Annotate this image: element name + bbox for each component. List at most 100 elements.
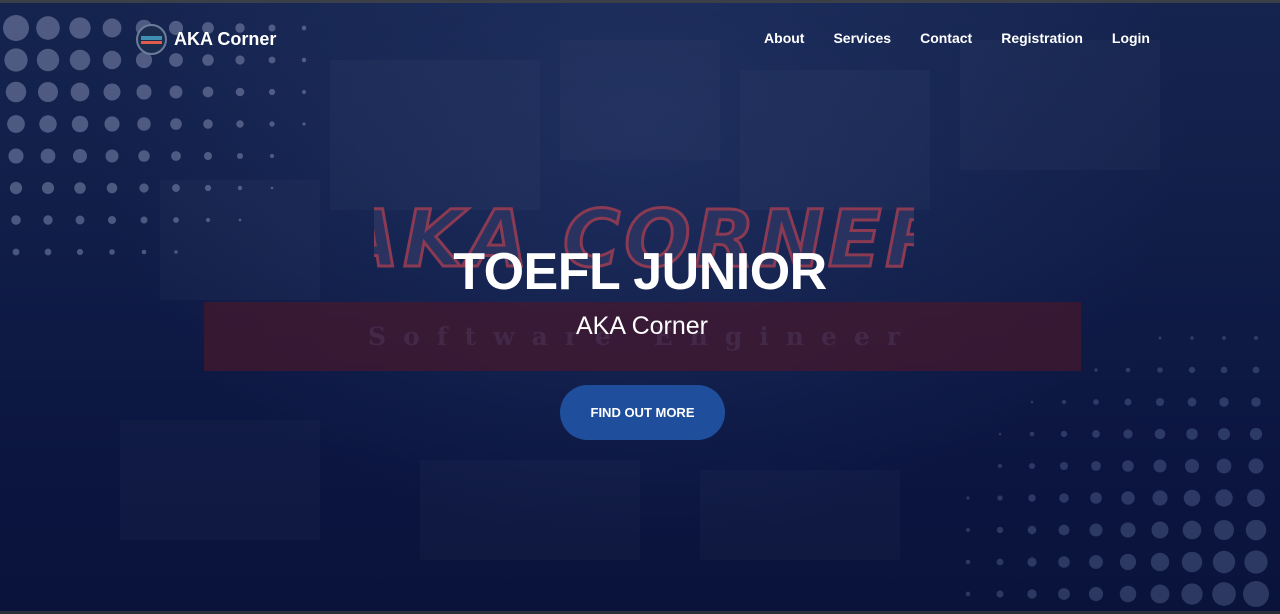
halftone-dot xyxy=(268,56,276,64)
halftone-dot xyxy=(1123,429,1133,439)
halftone-dot xyxy=(102,18,122,38)
halftone-dot xyxy=(1094,368,1098,372)
nav-contact[interactable]: Contact xyxy=(920,30,972,46)
halftone-dot xyxy=(71,115,89,133)
halftone-dot xyxy=(9,181,23,195)
halftone-dot xyxy=(997,463,1003,469)
halftone-dot xyxy=(36,16,60,40)
halftone-dot xyxy=(1150,552,1170,572)
halftone-dot xyxy=(1217,427,1231,441)
halftone-dot xyxy=(996,558,1004,566)
halftone-dot xyxy=(1090,492,1102,504)
halftone-dot xyxy=(37,81,59,103)
brand-link[interactable]: AKA Corner xyxy=(136,22,276,56)
halftone-dot xyxy=(1212,550,1236,574)
halftone-dot xyxy=(70,82,90,102)
halftone-dot xyxy=(1120,522,1136,538)
nav-services[interactable]: Services xyxy=(833,30,891,46)
halftone-dot xyxy=(1091,461,1101,471)
aka-corner-logo-icon xyxy=(136,23,167,55)
halftone-dot xyxy=(1060,430,1068,438)
halftone-dot xyxy=(302,122,306,126)
halftone-dot xyxy=(1212,582,1236,606)
halftone-dot xyxy=(235,87,245,97)
halftone-dot xyxy=(1092,430,1100,438)
halftone-dot xyxy=(204,184,212,192)
halftone-dot xyxy=(36,48,60,72)
halftone-dot xyxy=(171,151,181,161)
halftone-dot xyxy=(1059,493,1069,503)
halftone-dot xyxy=(1027,525,1037,535)
halftone-dot xyxy=(106,182,118,194)
hero-subtitle: AKA Corner xyxy=(575,312,708,340)
halftone-dot xyxy=(105,149,119,163)
halftone-dot xyxy=(1125,367,1131,373)
halftone-dot xyxy=(996,590,1004,598)
halftone-dot xyxy=(1187,397,1197,407)
halftone-dot xyxy=(1249,427,1263,441)
halftone-dot xyxy=(1121,491,1135,505)
hero-title: TOEFL JUNIOR xyxy=(453,243,827,301)
halftone-dot xyxy=(302,90,306,94)
halftone-dot xyxy=(1155,397,1165,407)
find-out-more-button[interactable]: FIND OUT MORE xyxy=(560,385,725,440)
halftone-dot xyxy=(268,88,276,96)
halftone-dot xyxy=(1093,399,1099,405)
nav-about[interactable]: About xyxy=(764,30,804,46)
halftone-dot xyxy=(238,218,242,222)
halftone-dot xyxy=(74,182,86,194)
halftone-dot xyxy=(1186,428,1198,440)
halftone-dot xyxy=(1181,551,1203,573)
halftone-dot xyxy=(237,185,243,191)
halftone-dot xyxy=(203,151,213,161)
halftone-dot xyxy=(169,85,183,99)
halftone-dot xyxy=(1122,460,1134,472)
halftone-dot xyxy=(102,50,122,70)
top-border xyxy=(0,0,1280,3)
halftone-dot xyxy=(140,216,148,224)
halftone-dot xyxy=(205,217,211,223)
halftone-dot xyxy=(1151,521,1169,539)
halftone-dot xyxy=(1188,366,1196,374)
halftone-dot xyxy=(1058,556,1070,568)
halftone-dot xyxy=(1243,581,1269,607)
nav-login[interactable]: Login xyxy=(1112,30,1150,46)
halftone-dot xyxy=(1088,586,1104,602)
halftone-dots-bottom-right xyxy=(965,335,1269,607)
halftone-dot xyxy=(1028,494,1036,502)
halftone-dot xyxy=(1059,461,1069,471)
halftone-dot xyxy=(1220,366,1228,374)
halftone-dot xyxy=(136,84,152,100)
halftone-dot xyxy=(1245,519,1267,541)
halftone-dot xyxy=(104,116,120,132)
halftone-dot xyxy=(1061,399,1067,405)
halftone-dot xyxy=(1247,489,1265,507)
halftone-dot xyxy=(8,148,24,164)
halftone-dot xyxy=(269,121,275,127)
halftone-dot xyxy=(996,526,1004,534)
halftone-dot xyxy=(41,181,55,195)
halftone-dot xyxy=(301,57,307,63)
halftone-dot xyxy=(1216,458,1232,474)
halftone-dot xyxy=(966,496,970,500)
halftone-dot xyxy=(139,183,149,193)
halftone-dot xyxy=(1150,584,1170,604)
halftone-dot xyxy=(966,528,970,532)
halftone-dot xyxy=(72,148,88,164)
halftone-dot xyxy=(137,117,151,131)
halftone-dot xyxy=(75,215,85,225)
halftone-dot xyxy=(69,49,91,71)
halftone-dot xyxy=(1244,550,1268,574)
halftone-dot xyxy=(69,17,91,39)
halftone-dot xyxy=(43,215,53,225)
halftone-dot xyxy=(270,186,274,190)
halftone-dot xyxy=(170,118,182,130)
halftone-dot xyxy=(269,153,275,159)
halftone-dot xyxy=(11,215,21,225)
nav-registration[interactable]: Registration xyxy=(1001,30,1083,46)
halftone-dot xyxy=(203,119,213,129)
halftone-dot xyxy=(173,217,179,223)
halftone-dot xyxy=(965,559,971,565)
halftone-dot xyxy=(1219,397,1229,407)
halftone-dot xyxy=(1153,459,1167,473)
